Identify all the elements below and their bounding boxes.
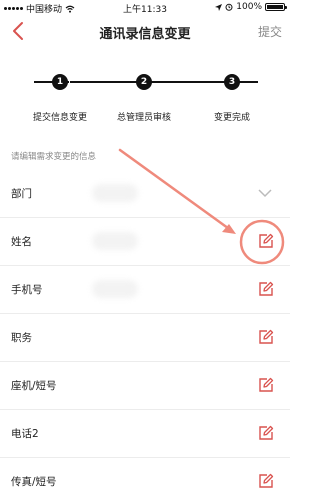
location-icon — [215, 3, 223, 11]
step-2-label: 总管理员审核 — [116, 113, 171, 123]
field-row-phone[interactable]: 手机号 — [0, 266, 290, 314]
redacted-value — [92, 184, 138, 202]
status-bar: 中国移动 上午11:33 100% — [0, 0, 290, 16]
step-3-dot: 3 — [224, 74, 240, 90]
submit-button[interactable]: 提交 — [258, 23, 282, 40]
field-label: 姓名 — [11, 236, 32, 248]
redacted-value — [92, 280, 138, 298]
battery-percent: 100% — [236, 2, 262, 12]
field-label: 座机/短号 — [11, 380, 57, 392]
field-row-position[interactable]: 职务 — [0, 314, 290, 362]
edit-icon[interactable] — [258, 473, 274, 489]
step-2-dot: 2 — [136, 74, 152, 90]
page-title: 通讯录信息变更 — [99, 27, 191, 42]
edit-icon[interactable] — [258, 377, 274, 393]
edit-icon[interactable] — [258, 425, 274, 441]
field-label: 传真/短号 — [11, 476, 57, 488]
nav-bar: 通讯录信息变更 提交 — [0, 16, 290, 46]
field-row-department[interactable]: 部门 — [0, 170, 290, 218]
step-3-label: 变更完成 — [213, 113, 250, 123]
edit-icon[interactable] — [258, 281, 274, 297]
field-row-landline[interactable]: 座机/短号 — [0, 362, 290, 410]
step-1-label: 提交信息变更 — [32, 113, 87, 123]
field-row-phone2[interactable]: 电话2 — [0, 410, 290, 458]
step-1-dot: 1 — [52, 74, 68, 90]
progress-steps: 1 2 3 提交信息变更 总管理员审核 变更完成 — [0, 62, 290, 132]
field-label: 职务 — [11, 332, 32, 344]
field-label: 电话2 — [11, 428, 39, 440]
hint-text: 请编辑需求变更的信息 — [11, 152, 97, 162]
redacted-value — [92, 232, 138, 250]
field-label: 部门 — [11, 188, 32, 200]
alarm-icon — [225, 3, 233, 11]
battery-icon — [265, 3, 287, 11]
field-label: 手机号 — [11, 284, 43, 296]
chevron-down-icon[interactable] — [257, 187, 273, 199]
edit-icon[interactable] — [258, 329, 274, 345]
screen: 中国移动 上午11:33 100% 通讯录信息变更 提交 1 2 3 提交信息变… — [0, 0, 290, 500]
field-row-name[interactable]: 姓名 — [0, 218, 290, 266]
field-row-fax[interactable]: 传真/短号 — [0, 458, 290, 500]
edit-icon[interactable] — [258, 233, 274, 249]
